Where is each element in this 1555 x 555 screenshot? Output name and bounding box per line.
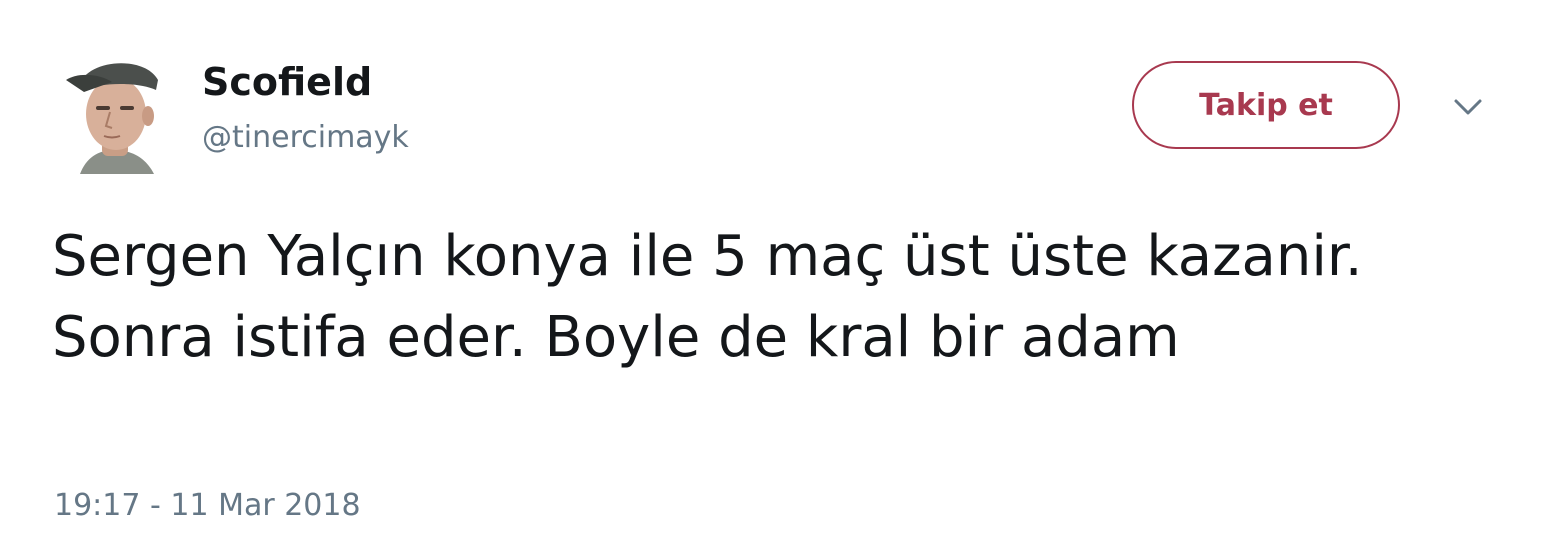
more-options-button[interactable]	[1448, 92, 1488, 122]
tweet-text: Sergen Yalçın konya ile 5 maç üst üste k…	[52, 224, 1363, 370]
display-name[interactable]: Scofield	[202, 58, 372, 106]
tweet-timestamp[interactable]: 19:17 - 11 Mar 2018	[54, 486, 361, 526]
profile-photo-icon	[66, 63, 158, 174]
follow-button[interactable]: Takip et	[1132, 61, 1400, 149]
chevron-down-icon	[1454, 99, 1482, 115]
user-handle[interactable]: @tinercimayk	[202, 118, 409, 158]
tweet-card: Scofield @tinercimayk Takip et Sergen Ya…	[0, 0, 1555, 555]
avatar[interactable]	[58, 46, 170, 174]
